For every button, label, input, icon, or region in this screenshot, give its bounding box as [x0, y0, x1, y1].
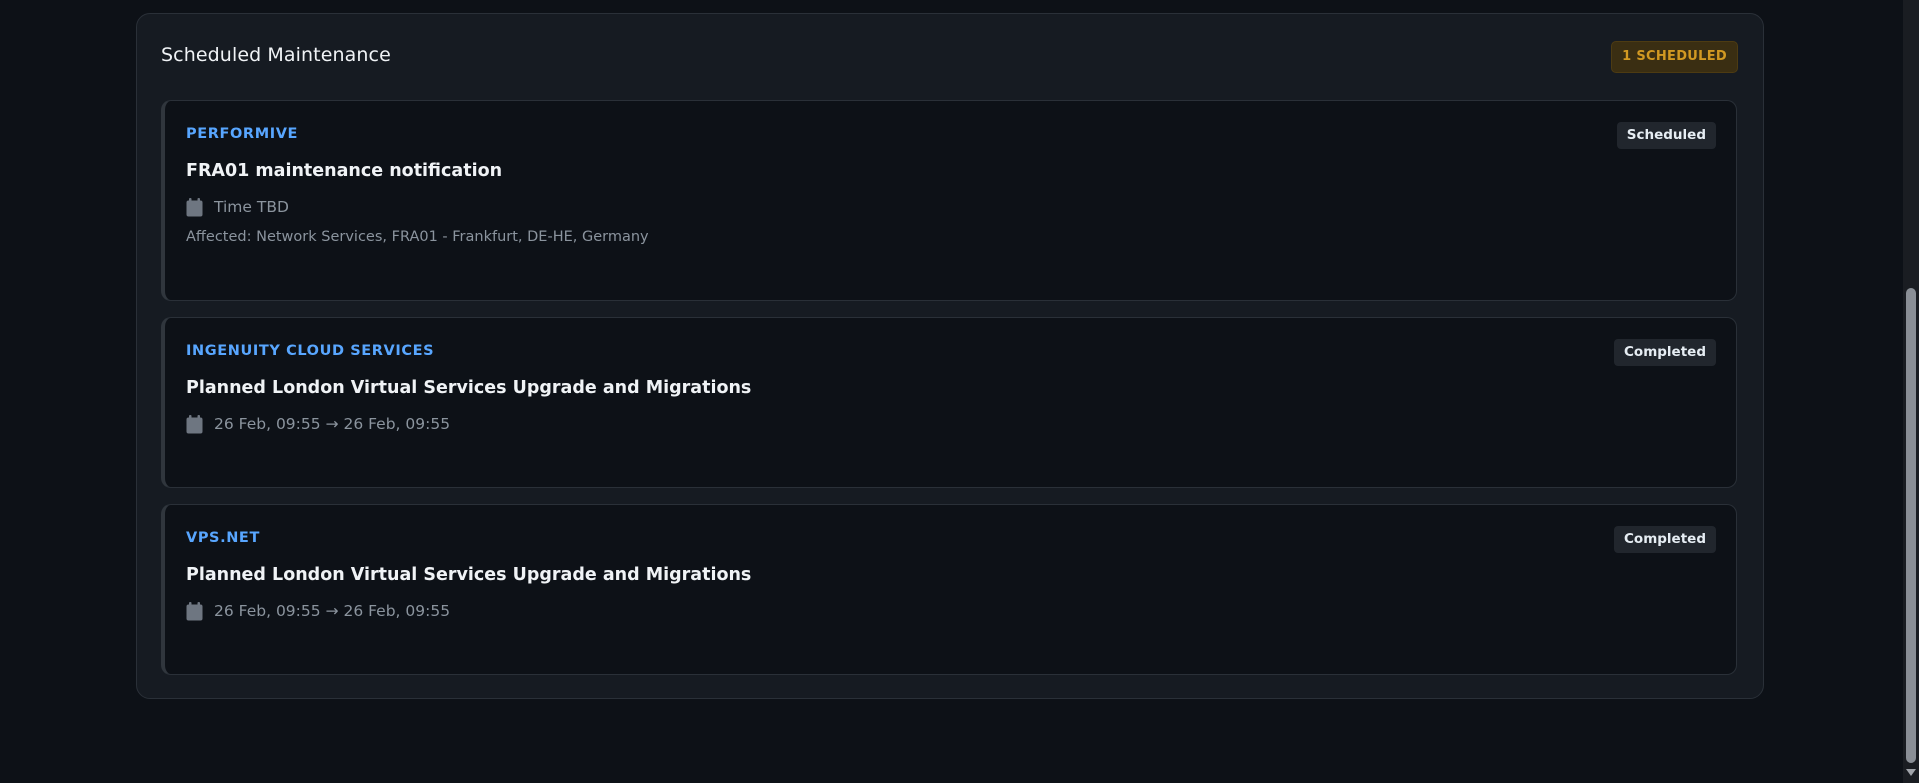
maintenance-card[interactable]: PERFORMIVE Scheduled FRA01 maintenance n… — [161, 100, 1737, 301]
provider-name: INGENUITY CLOUD SERVICES — [186, 343, 435, 359]
maintenance-time: Time TBD — [214, 198, 289, 216]
status-badge: Completed — [1614, 526, 1716, 553]
maintenance-title: FRA01 maintenance notification — [186, 161, 503, 181]
time-row: Time TBD — [186, 196, 289, 218]
maintenance-card[interactable]: VPS.NET Completed Planned London Virtual… — [161, 504, 1737, 675]
scroll-down-arrow-icon[interactable] — [1906, 769, 1916, 776]
calendar-icon — [186, 197, 203, 217]
page: Scheduled Maintenance 1 SCHEDULED PERFOR… — [0, 0, 1919, 783]
calendar-icon — [186, 601, 203, 621]
scheduled-count-badge: 1 SCHEDULED — [1611, 41, 1738, 73]
maintenance-time: 26 Feb, 09:55 → 26 Feb, 09:55 — [214, 415, 451, 433]
panel-title: Scheduled Maintenance — [161, 44, 391, 66]
panel-header: Scheduled Maintenance 1 SCHEDULED — [161, 40, 1739, 73]
time-row: 26 Feb, 09:55 → 26 Feb, 09:55 — [186, 413, 450, 435]
maintenance-card[interactable]: INGENUITY CLOUD SERVICES Completed Plann… — [161, 317, 1737, 488]
affected-services: Affected: Network Services, FRA01 - Fran… — [186, 229, 649, 245]
provider-name: VPS.NET — [186, 530, 260, 546]
status-badge: Completed — [1614, 339, 1716, 366]
calendar-icon — [186, 414, 203, 434]
vertical-scrollbar[interactable] — [1903, 0, 1919, 783]
provider-name: PERFORMIVE — [186, 126, 299, 142]
maintenance-time: 26 Feb, 09:55 → 26 Feb, 09:55 — [214, 602, 451, 620]
scrollbar-thumb[interactable] — [1906, 288, 1916, 763]
maintenance-title: Planned London Virtual Services Upgrade … — [186, 565, 752, 585]
scheduled-maintenance-panel: Scheduled Maintenance 1 SCHEDULED PERFOR… — [136, 13, 1764, 699]
maintenance-list: PERFORMIVE Scheduled FRA01 maintenance n… — [161, 100, 1737, 691]
status-badge: Scheduled — [1616, 122, 1716, 149]
time-row: 26 Feb, 09:55 → 26 Feb, 09:55 — [186, 600, 450, 622]
maintenance-title: Planned London Virtual Services Upgrade … — [186, 378, 752, 398]
